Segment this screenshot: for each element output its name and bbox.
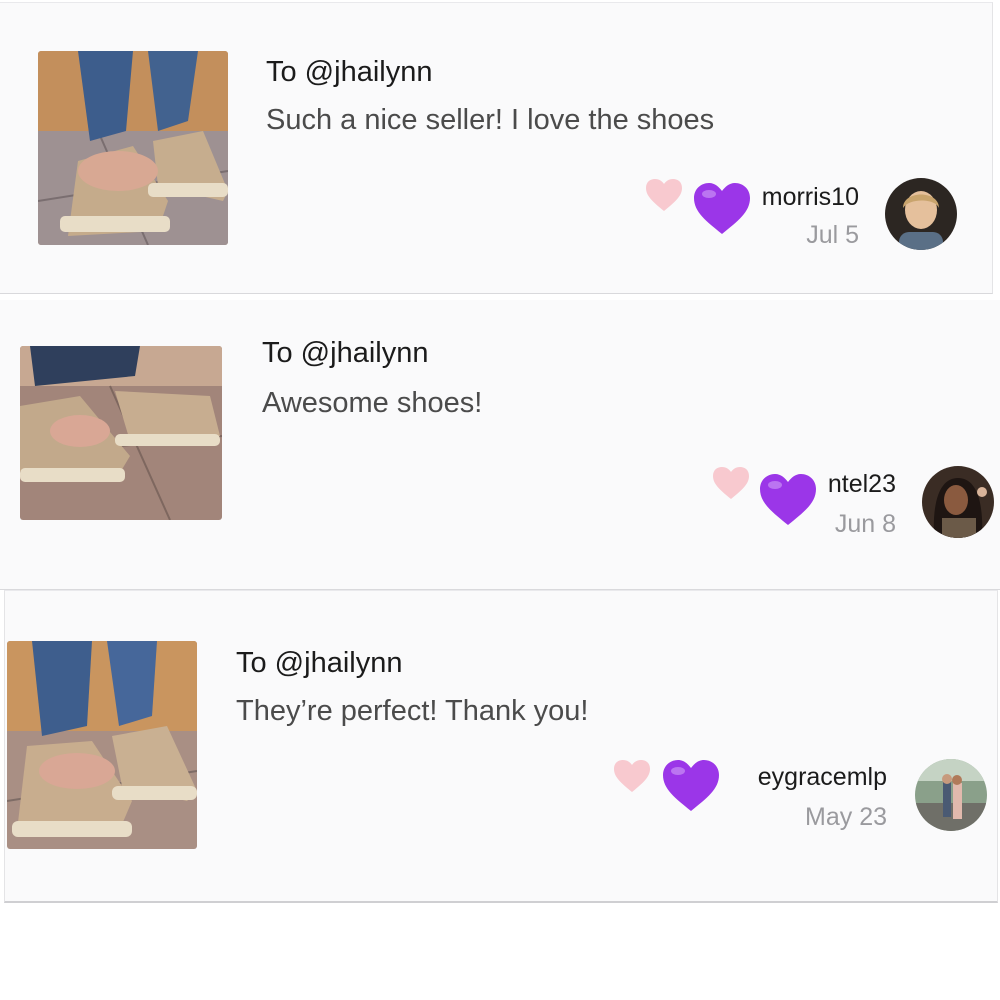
reviewer-avatar[interactable] (922, 466, 994, 538)
reviewer-username[interactable]: ntel23 (828, 470, 896, 499)
review-card[interactable]: To @jhailynn Such a nice seller! I love … (0, 2, 993, 294)
pink-heart-icon[interactable] (613, 759, 651, 793)
purple-heart-emoji-icon (760, 474, 816, 525)
purple-heart-emoji-icon (694, 183, 750, 234)
recipient-label: To @jhailynn (236, 647, 403, 679)
review-message: Awesome shoes! (262, 387, 483, 419)
review-message: Such a nice seller! I love the shoes (266, 104, 715, 136)
reviewer-avatar[interactable] (885, 178, 957, 250)
recipient-label: To @jhailynn (262, 337, 429, 369)
review-message: They’re perfect! Thank you! (236, 695, 589, 727)
review-card[interactable]: To @jhailynn Awesome shoes! ntel23 Jun 8 (0, 300, 1000, 590)
reviewer-avatar[interactable] (915, 759, 987, 831)
reviewer-username[interactable]: eygracemlp (758, 763, 887, 792)
review-date: Jun 8 (834, 510, 896, 538)
product-photo-sandals[interactable] (7, 641, 197, 849)
pink-heart-icon[interactable] (645, 178, 683, 212)
product-photo-sandals[interactable] (38, 51, 228, 245)
reviewer-username[interactable]: morris10 (762, 183, 859, 212)
review-date: May 23 (805, 803, 887, 831)
product-photo-sandals[interactable] (20, 346, 222, 520)
review-date: Jul 5 (806, 221, 859, 249)
recipient-label: To @jhailynn (266, 56, 433, 88)
purple-heart-emoji-icon (663, 760, 719, 811)
pink-heart-icon[interactable] (712, 466, 750, 500)
review-card[interactable]: To @jhailynn They’re perfect! Thank you!… (4, 590, 998, 903)
